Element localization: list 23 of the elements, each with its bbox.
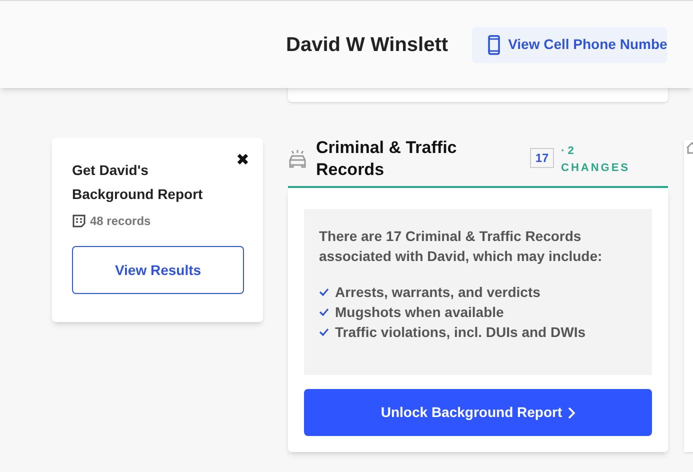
changes-count: · 2 [561, 144, 575, 159]
close-button[interactable]: ✖ [236, 152, 249, 170]
changes-label: CHANGES [561, 161, 630, 176]
police-car-icon [288, 150, 307, 168]
phone-icon [488, 34, 500, 54]
check-icon [319, 288, 329, 296]
document-icon [72, 214, 86, 228]
house-icon [686, 142, 693, 154]
check-icon [319, 328, 329, 336]
count-badge: 17 [530, 148, 554, 168]
person-name: David W Winslett [286, 32, 448, 58]
check-icon [319, 308, 329, 316]
list-item: Traffic violations, incl. DUIs and DWIs [335, 322, 586, 342]
view-results-button[interactable]: View Results [72, 246, 244, 294]
section-title: Criminal & Traffic Records [316, 137, 458, 181]
intro-text: There are 17 Criminal & Traffic Records associated with David, which may include: [319, 227, 604, 266]
list-item: Arrests, warrants, and verdicts [335, 282, 540, 302]
records-count: 48 records [90, 213, 151, 230]
chevron-right-icon [568, 406, 576, 418]
promo-title: Get David's Background Report [72, 161, 204, 204]
unlock-report-button[interactable]: Unlock Background Report [304, 389, 652, 436]
list-item: Mugshots when available [335, 302, 504, 322]
view-phone-button[interactable]: View Cell Phone Numbe [472, 26, 668, 62]
